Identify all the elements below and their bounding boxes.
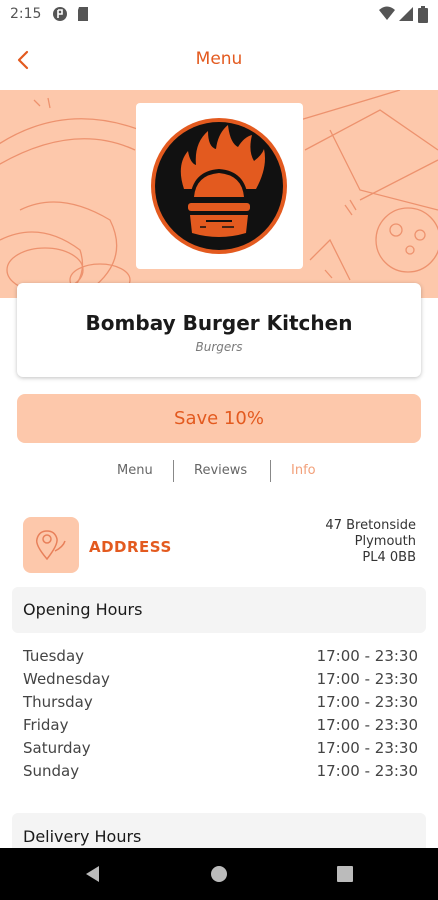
tab-divider — [173, 460, 174, 482]
list-item: Sunday 17:00 - 23:30 — [23, 760, 418, 783]
day-label: Tuesday — [23, 647, 85, 665]
time-range: 17:00 - 23:30 — [316, 716, 418, 734]
opening-hours-list: Tuesday 17:00 - 23:30 Wednesday 17:00 - … — [23, 645, 418, 783]
list-item: Tuesday 17:00 - 23:30 — [23, 645, 418, 668]
day-label: Saturday — [23, 739, 91, 757]
restaurant-info-card: Bombay Burger Kitchen Burgers — [17, 283, 421, 377]
app-notification-icon — [53, 7, 67, 21]
wifi-icon — [379, 6, 395, 20]
status-time: 2:15 — [10, 6, 42, 22]
time-range: 17:00 - 23:30 — [316, 670, 418, 688]
restaurant-name: Bombay Burger Kitchen — [85, 311, 353, 335]
day-label: Wednesday — [23, 670, 110, 688]
opening-hours-header: Opening Hours — [12, 587, 426, 633]
address-label: ADDRESS — [89, 538, 172, 556]
home-nav-icon[interactable] — [210, 865, 228, 883]
tab-divider — [270, 460, 271, 482]
restaurant-tabs: Menu Reviews Info — [100, 458, 340, 484]
address-location-icon — [23, 517, 79, 573]
day-label: Sunday — [23, 762, 80, 780]
address-line: PL4 0BB — [362, 550, 416, 565]
tab-info[interactable]: Info — [291, 463, 316, 478]
status-bar: 2:15 — [0, 0, 438, 30]
delivery-hours-header: Delivery Hours — [12, 813, 426, 853]
day-label: Friday — [23, 716, 69, 734]
back-nav-icon[interactable] — [84, 865, 102, 883]
time-range: 17:00 - 23:30 — [316, 693, 418, 711]
battery-icon — [418, 6, 428, 23]
restaurant-logo — [151, 118, 287, 254]
day-label: Thursday — [23, 693, 93, 711]
recents-nav-icon[interactable] — [337, 866, 353, 882]
page-title: Menu — [195, 49, 243, 69]
restaurant-logo-card — [136, 103, 303, 269]
address-text: 47 Bretonside Plymouth PL4 0BB — [325, 518, 416, 566]
map-pin-icon — [35, 530, 66, 561]
list-item: Saturday 17:00 - 23:30 — [23, 737, 418, 760]
delivery-hours-title: Delivery Hours — [23, 827, 142, 846]
list-item: Friday 17:00 - 23:30 — [23, 714, 418, 737]
app-bar: Menu — [0, 30, 438, 90]
address-line: Plymouth — [354, 534, 416, 549]
tab-menu[interactable]: Menu — [117, 463, 153, 478]
list-item: Thursday 17:00 - 23:30 — [23, 691, 418, 714]
opening-hours-title: Opening Hours — [23, 600, 143, 619]
list-item: Wednesday 17:00 - 23:30 — [23, 668, 418, 691]
time-range: 17:00 - 23:30 — [316, 739, 418, 757]
tab-reviews[interactable]: Reviews — [194, 463, 247, 478]
restaurant-category: Burgers — [195, 340, 243, 354]
save-offer-button[interactable]: Save 10% — [17, 394, 421, 443]
address-line: 47 Bretonside — [325, 518, 416, 533]
sd-card-icon — [78, 7, 88, 21]
time-range: 17:00 - 23:30 — [316, 647, 418, 665]
system-navigation-bar — [0, 848, 438, 900]
cell-signal-icon — [399, 7, 413, 21]
time-range: 17:00 - 23:30 — [316, 762, 418, 780]
